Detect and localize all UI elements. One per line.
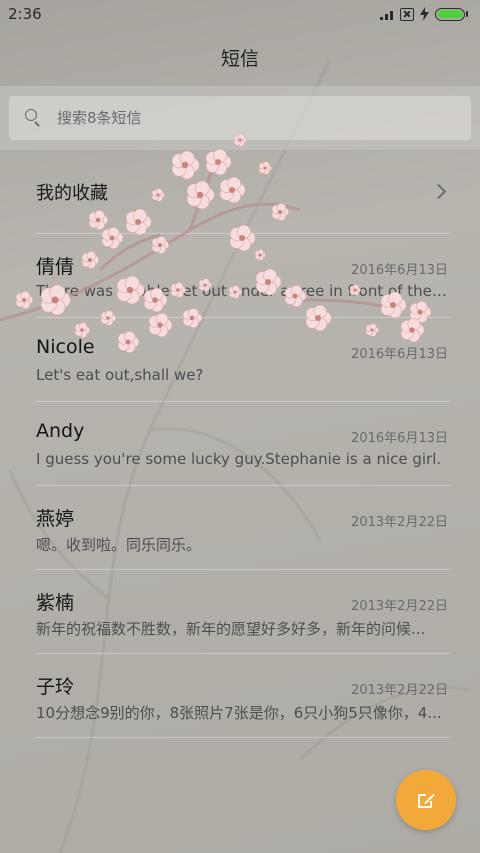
contact-name: 子玲	[36, 676, 75, 698]
chevron-right-icon	[430, 183, 447, 200]
search-box[interactable]	[9, 96, 471, 140]
contact-name: 紫楠	[36, 592, 75, 614]
conversation-item[interactable]: Nicole 2016年6月13日 Let's eat out,shall we…	[36, 318, 450, 402]
contact-name: 倩倩	[36, 256, 75, 278]
signal-icon	[380, 8, 394, 20]
conversation-item[interactable]: 倩倩 2016年6月13日 There was a table set out …	[36, 234, 450, 318]
conversation-item[interactable]: 燕婷 2013年2月22日 嗯。收到啦。同乐同乐。	[36, 486, 450, 570]
status-bar: 2:36	[0, 0, 480, 28]
battery-icon	[435, 7, 468, 21]
status-icons	[380, 7, 468, 21]
message-preview: There was a table set out under a tree i…	[36, 282, 448, 300]
message-preview: 新年的祝福数不胜数，新年的愿望好多好多，新年的问候...	[36, 620, 426, 638]
compose-button[interactable]	[396, 770, 456, 830]
conversation-item[interactable]: 子玲 2013年2月22日 10分想念9别的你，8张照片7张是你，6只小狗5只像…	[36, 654, 450, 738]
message-preview: 10分想念9别的你，8张照片7张是你，6只小狗5只像你，4...	[36, 704, 442, 722]
message-preview: 嗯。收到啦。同乐同乐。	[36, 536, 202, 554]
charging-icon	[420, 7, 429, 21]
app-header: 短信	[0, 28, 480, 86]
search-bar	[0, 86, 480, 150]
message-preview: I guess you're some lucky guy.Stephanie …	[36, 450, 442, 468]
message-date: 2016年6月13日	[351, 347, 448, 362]
battery-fill	[437, 10, 463, 18]
compose-icon	[417, 791, 435, 809]
contact-name: Nicole	[36, 336, 95, 358]
message-date: 2013年2月22日	[351, 599, 448, 614]
message-preview: Let's eat out,shall we?	[36, 366, 204, 384]
conversation-item[interactable]: Andy 2016年6月13日 I guess you're some luck…	[36, 402, 450, 486]
contact-name: Andy	[36, 420, 85, 442]
message-date: 2016年6月13日	[351, 431, 448, 446]
search-icon	[23, 108, 43, 128]
message-date: 2013年2月22日	[351, 515, 448, 530]
status-time: 2:36	[8, 5, 42, 23]
conversation-item[interactable]: 紫楠 2013年2月22日 新年的祝福数不胜数，新年的愿望好多好多，新年的问候.…	[36, 570, 450, 654]
no-sim-icon	[400, 7, 414, 21]
search-input[interactable]	[57, 109, 437, 127]
page-title: 短信	[220, 47, 259, 70]
message-date: 2016年6月13日	[351, 263, 448, 278]
favorites-label: 我的收藏	[36, 182, 108, 204]
blossom	[15, 291, 34, 309]
favorites-row[interactable]: 我的收藏	[36, 150, 450, 234]
contact-name: 燕婷	[36, 508, 75, 530]
message-date: 2013年2月22日	[351, 683, 448, 698]
conversation-list: 倩倩 2016年6月13日 There was a table set out …	[36, 234, 450, 738]
